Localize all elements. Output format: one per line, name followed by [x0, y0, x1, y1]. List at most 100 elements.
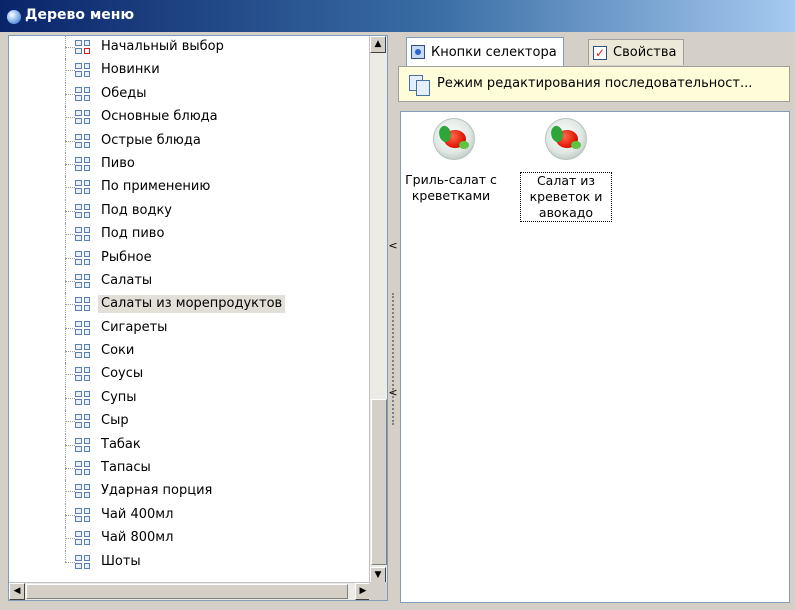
tree-item[interactable]: Начальный выбор [9, 36, 371, 60]
tree-connector [65, 280, 75, 282]
scroll-up-button[interactable]: ▲ [370, 36, 386, 53]
tree-item[interactable]: Салаты из морепродуктов [9, 293, 371, 317]
tree-item-label: Соки [101, 343, 135, 359]
selector-button-label: Салат из креветок и авокадо [520, 172, 612, 222]
tab-label: Свойства [613, 45, 677, 60]
tree-item-label: Салаты [101, 272, 153, 288]
scrollbar-corner [369, 582, 387, 600]
tree-connector [65, 421, 75, 423]
tree-item[interactable]: Сигареты [9, 316, 371, 341]
tree-hscroll-thumb[interactable] [26, 584, 348, 599]
grid-icon [75, 507, 90, 522]
edit-mode-text: Режим редактирования последовательност..… [437, 76, 753, 91]
grid-icon [75, 320, 90, 335]
tree-item[interactable]: Острые блюда [9, 129, 371, 153]
salad-dish-icon [433, 118, 475, 160]
tree-item-label: Тапасы [101, 460, 151, 476]
grid-icon [75, 110, 90, 125]
collapse-left-arrow-icon-2[interactable]: < [388, 387, 398, 399]
grid-icon [75, 554, 90, 569]
tree-connector [65, 257, 75, 259]
grid-icon [75, 86, 90, 101]
tree-connector [65, 397, 75, 399]
tree-item-label: Сигареты [101, 319, 168, 335]
tree-item[interactable]: Тапасы [9, 457, 371, 481]
salad-dish-icon [545, 118, 587, 160]
tree-connector [65, 327, 75, 329]
tree-item[interactable]: Основные блюда [9, 106, 371, 130]
grid-icon [75, 367, 90, 382]
selector-buttons-area: Гриль-салат с креветками Салат из кревет… [400, 111, 790, 603]
tree-connector [65, 140, 75, 142]
tree-connector [65, 70, 75, 72]
tree-connector [65, 550, 66, 562]
menu-tree-panel[interactable]: Начальный выбор Новинки Обеды Основные блюд… [8, 35, 388, 601]
collapse-left-arrow-icon[interactable]: < [388, 240, 398, 252]
tree-item[interactable]: Новинки [9, 59, 371, 83]
tree-item[interactable]: Под пиво [9, 223, 371, 247]
selector-button-label: Гриль-салат с креветками [405, 172, 497, 203]
selector-icon [411, 45, 425, 59]
tree-item-label: Под водку [101, 202, 172, 218]
grid-icon [75, 250, 90, 265]
scroll-left-button[interactable]: ◀ [9, 583, 25, 600]
tree-connector [65, 210, 75, 212]
splitter-grip[interactable] [392, 293, 394, 425]
grid-icon [75, 273, 90, 288]
tree-item[interactable]: Соусы [9, 363, 371, 387]
tree-item[interactable]: Табак [9, 433, 371, 458]
grid-icon [75, 437, 90, 452]
tree-item[interactable]: По применению [9, 176, 371, 200]
tree-item-label: Ударная порция [101, 483, 213, 499]
tree-connector [65, 234, 75, 236]
tree-item-label: Обеды [101, 85, 147, 101]
selector-button-shrimp-avocado[interactable]: Салат из креветок и авокадо [519, 112, 615, 232]
tree-item[interactable]: Ударная порция [9, 480, 371, 504]
tree-item-label: Под пиво [101, 226, 165, 242]
tree-connector [65, 93, 75, 95]
tree-item[interactable]: Сыр [9, 410, 371, 434]
tree-item[interactable]: Пиво [9, 152, 371, 177]
window-title: Дерево меню [25, 7, 135, 23]
tree-item-label: Салаты из морепродуктов [98, 295, 286, 314]
grid-icon [75, 180, 90, 195]
edit-mode-banner[interactable]: Режим редактирования последовательност..… [398, 66, 790, 102]
tree-item[interactable]: Под водку [9, 199, 371, 224]
tree-connector [65, 444, 75, 446]
tree-scroll-thumb[interactable] [371, 399, 387, 565]
tree-item-label: Чай 400мл [101, 506, 174, 522]
tree-item[interactable]: Салаты [9, 269, 371, 294]
tree-horizontal-scrollbar[interactable]: ◀ ▶ [9, 582, 371, 600]
selector-button-grill-salad[interactable]: Гриль-салат с креветками [403, 112, 499, 222]
selector-panel: Кнопки селектора ✓ Свойства Режим редакт… [398, 35, 790, 603]
tree-connector [65, 374, 75, 376]
grid-icon [75, 344, 90, 359]
tree-item[interactable]: Обеды [9, 82, 371, 107]
tree-connector [65, 514, 75, 516]
tree-connector [65, 468, 75, 470]
tab-selector-buttons[interactable]: Кнопки селектора [406, 37, 564, 66]
tree-item[interactable]: Рыбное [9, 246, 371, 270]
tree-item[interactable]: Соки [9, 340, 371, 364]
title-bar: Дерево меню [0, 0, 795, 32]
tree-item[interactable]: Супы [9, 386, 371, 411]
tree-connector [65, 491, 75, 493]
panel-splitter[interactable]: < < [388, 35, 398, 601]
grid-red-icon [75, 40, 90, 54]
tree-item[interactable]: Чай 800мл [9, 527, 371, 551]
tree-item-label: Основные блюда [101, 109, 218, 125]
tree-item-label: Супы [101, 389, 137, 405]
tree-item[interactable]: Чай 400мл [9, 503, 371, 528]
menu-tree: Начальный выбор Новинки Обеды Основные блюд… [9, 36, 371, 584]
grid-icon [75, 156, 90, 171]
tab-strip: Кнопки селектора ✓ Свойства [402, 35, 792, 66]
tree-item-label: По применению [101, 179, 211, 195]
window-icon [6, 9, 22, 25]
tree-connector [65, 304, 75, 306]
tree-item-label: Новинки [101, 62, 160, 78]
tree-connector [65, 163, 75, 165]
tab-properties[interactable]: ✓ Свойства [588, 39, 684, 65]
grid-icon [75, 203, 90, 218]
tree-item[interactable]: Шоты [9, 550, 371, 574]
tree-vertical-scrollbar[interactable]: ▲ ▼ [369, 36, 387, 584]
